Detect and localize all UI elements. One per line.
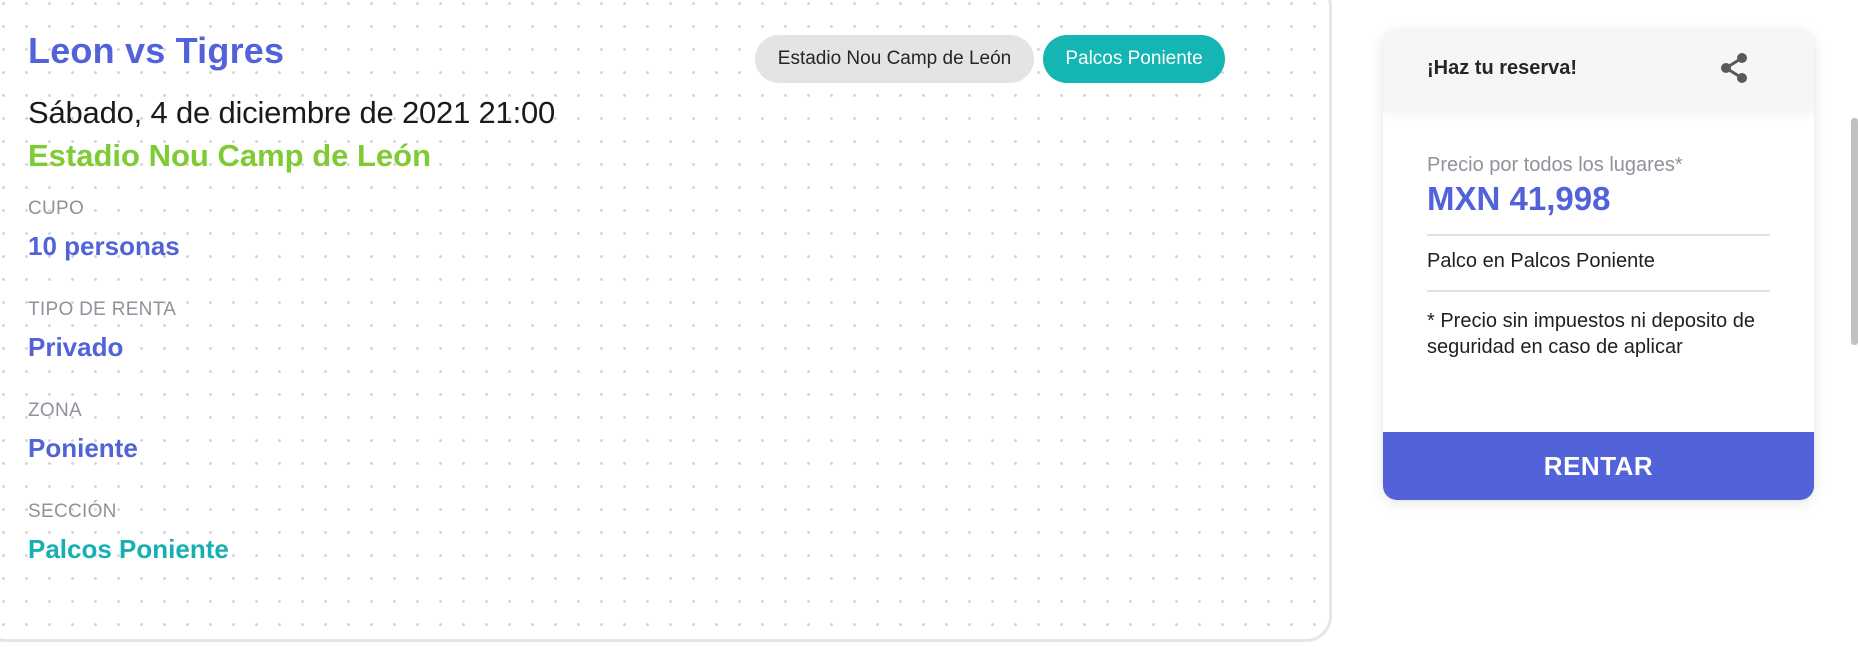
rent-type-value: Privado: [28, 332, 124, 362]
capacity-value: 10 personas: [28, 231, 180, 261]
rent-type-label: TIPO DE RENTA: [28, 299, 177, 320]
zone-chip[interactable]: Palcos Poniente: [1043, 35, 1225, 83]
zone-value: Poniente: [28, 433, 138, 463]
price-label: Precio por todos los lugares*: [1427, 154, 1683, 176]
scrollbar-thumb[interactable]: [1851, 118, 1858, 345]
price-disclaimer: * Precio sin impuestos ni deposito de se…: [1427, 310, 1755, 358]
divider: [1427, 290, 1770, 292]
zone-label: ZONA: [28, 400, 82, 421]
event-datetime: Sábado, 4 de diciembre de 2021 21:00: [28, 95, 556, 130]
stadium-chip[interactable]: Estadio Nou Camp de León: [755, 35, 1034, 83]
capacity-label: CUPO: [28, 198, 85, 219]
price-value: MXN 41,998: [1427, 180, 1611, 217]
rent-button[interactable]: RENTAR: [1383, 432, 1814, 500]
event-title: Leon vs Tigres: [28, 30, 285, 71]
booking-panel: ¡Haz tu reserva! Precio por todos los lu…: [1383, 30, 1814, 500]
section-value: Palcos Poniente: [28, 534, 229, 564]
share-icon[interactable]: [1716, 50, 1752, 86]
section-label: SECCIÓN: [28, 501, 117, 522]
booking-header-title: ¡Haz tu reserva!: [1427, 57, 1578, 79]
booking-detail: Palco en Palcos Poniente: [1427, 250, 1655, 272]
booking-panel-header: ¡Haz tu reserva!: [1383, 30, 1814, 110]
event-venue: Estadio Nou Camp de León: [28, 138, 432, 173]
divider: [1427, 234, 1770, 236]
